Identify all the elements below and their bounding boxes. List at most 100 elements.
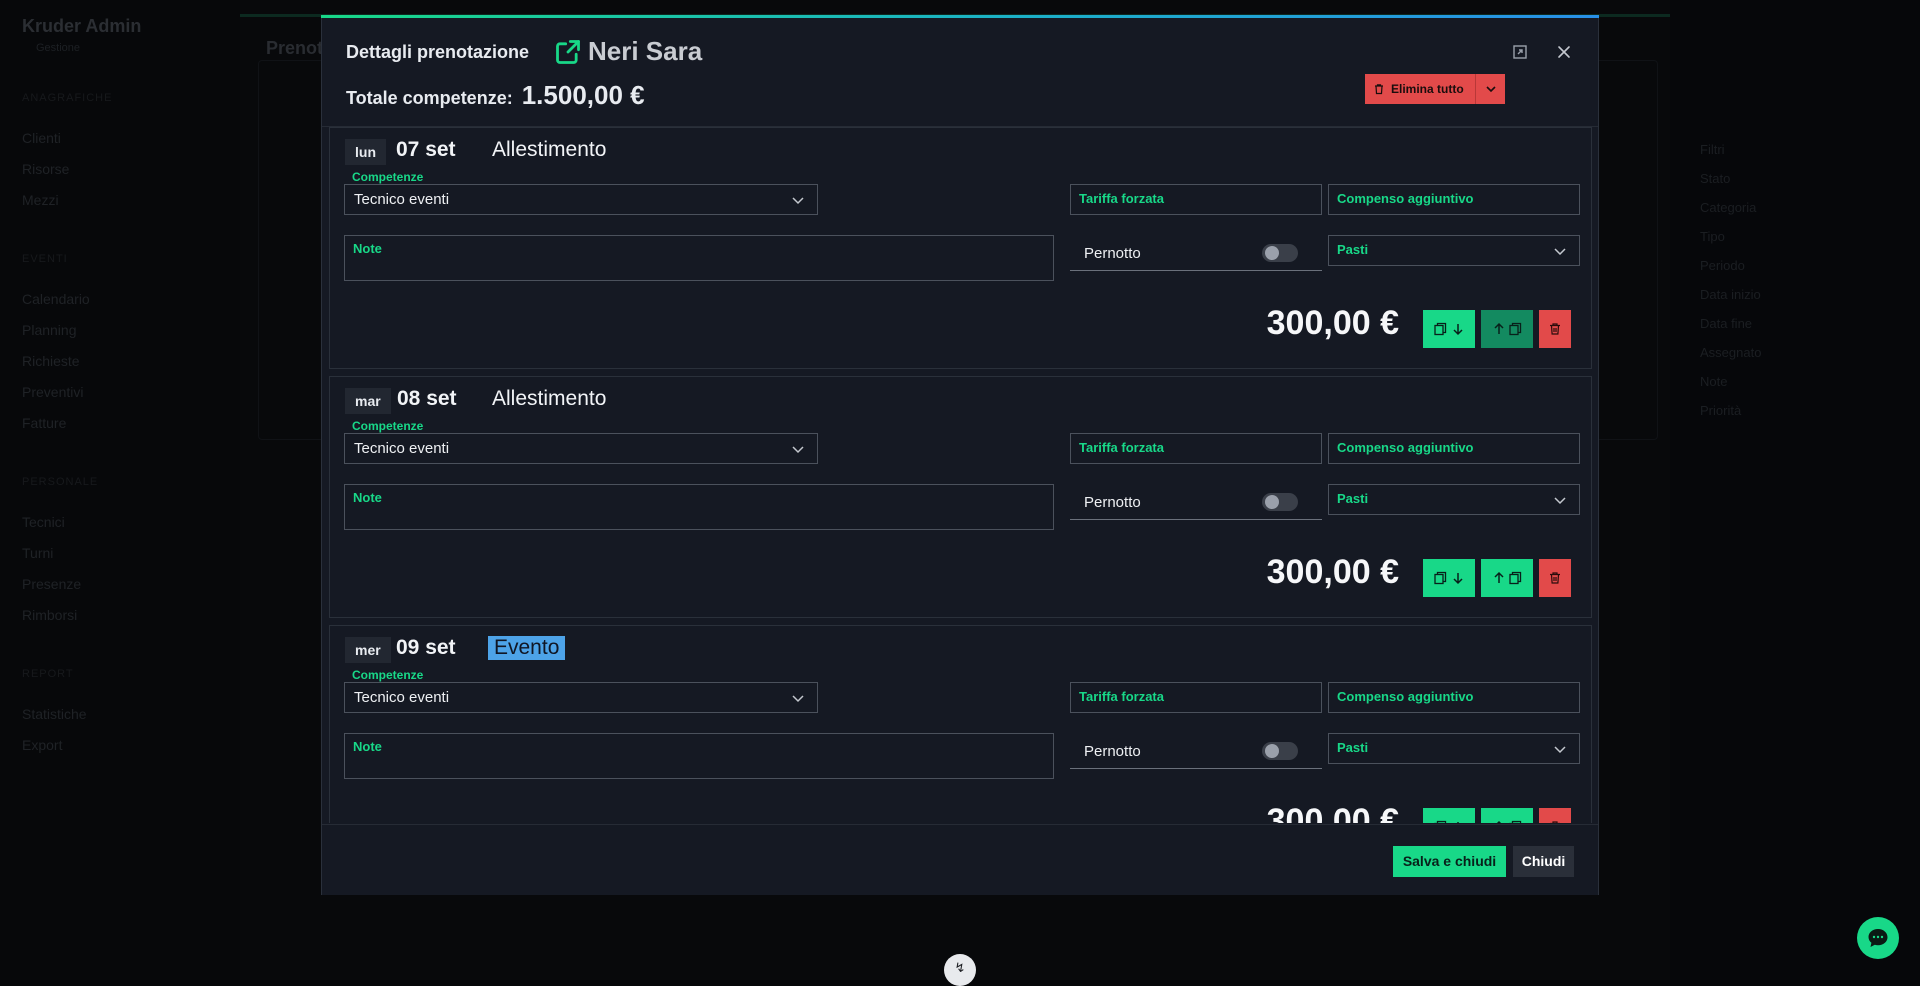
tariffa-forzata-input[interactable]: Tariffa forzata: [1070, 682, 1322, 713]
arrow-down-icon: [1451, 820, 1465, 823]
compenso-aggiuntivo-input[interactable]: Compenso aggiuntivo: [1328, 184, 1580, 215]
delete-all-button[interactable]: Elimina tutto: [1365, 74, 1505, 104]
day-weekday: mar: [345, 388, 391, 414]
copy-icon: [1509, 820, 1523, 823]
pernotto-toggle[interactable]: [1262, 493, 1298, 511]
pasti-select[interactable]: Pasti: [1328, 235, 1580, 266]
competenze-value: Tecnico eventi: [354, 689, 449, 706]
bg-brand: Kruder Admin: [22, 16, 141, 37]
arrow-up-icon: [1492, 571, 1506, 585]
bg-right-item: Data fine: [1700, 316, 1752, 331]
chevron-down-icon: [1553, 742, 1567, 756]
copy-up-button[interactable]: [1481, 310, 1533, 348]
modal-body[interactable]: lun 07 set Allestimento Competenze Tecni…: [322, 126, 1598, 823]
arrow-down-icon: [1451, 571, 1465, 585]
chevron-down-icon: [791, 691, 805, 705]
save-and-close-button[interactable]: Salva e chiudi: [1393, 846, 1506, 877]
bg-nav-item: Planning: [22, 322, 77, 338]
bg-nav-section-title: Personale: [22, 476, 98, 488]
compenso-aggiuntivo-input[interactable]: Compenso aggiuntivo: [1328, 433, 1580, 464]
copy-icon: [1434, 322, 1448, 336]
bg-nav-section-title: Eventi: [22, 253, 68, 265]
chevron-down-icon: [1484, 82, 1498, 96]
compenso-aggiuntivo-label: Compenso aggiuntivo: [1337, 689, 1474, 704]
bg-nav-item: Presenze: [22, 576, 81, 592]
bg-right-item: Filtri: [1700, 142, 1725, 157]
bg-nav-item: Mezzi: [22, 192, 59, 208]
bg-nav-item: Risorse: [22, 161, 69, 177]
compenso-aggiuntivo-input[interactable]: Compenso aggiuntivo: [1328, 682, 1580, 713]
bg-right-item: Assegnato: [1700, 345, 1761, 360]
copy-up-button[interactable]: [1481, 808, 1533, 823]
day-entry: mar 08 set Allestimento Competenze Tecni…: [329, 376, 1592, 618]
pernotto-label: Pernotto: [1084, 494, 1141, 511]
competenze-select[interactable]: Tecnico eventi: [344, 433, 818, 464]
note-textarea[interactable]: Note: [344, 235, 1054, 281]
bg-right-item: Data inizio: [1700, 287, 1761, 302]
pasti-select[interactable]: Pasti: [1328, 484, 1580, 515]
pasti-label: Pasti: [1337, 740, 1368, 755]
close-button[interactable]: Chiudi: [1513, 846, 1574, 877]
day-type: Allestimento: [492, 138, 606, 162]
bg-right-item: Stato: [1700, 171, 1730, 186]
pernotto-toggle[interactable]: [1262, 742, 1298, 760]
delete-all-dropdown[interactable]: [1475, 74, 1505, 104]
delete-day-button[interactable]: [1539, 310, 1571, 348]
chevron-double-down-icon[interactable]: ↯: [944, 954, 976, 986]
bg-nav-section-title: Report: [22, 668, 74, 680]
close-modal-button[interactable]: [1554, 42, 1574, 62]
maximize-icon: [1512, 44, 1528, 60]
copy-down-button[interactable]: [1423, 559, 1475, 597]
arrow-up-icon: [1492, 322, 1506, 336]
bg-nav-item: Fatture: [22, 415, 66, 431]
toggle-knob: [1265, 495, 1279, 509]
bg-right-item: Tipo: [1700, 229, 1725, 244]
copy-down-button[interactable]: [1423, 808, 1475, 823]
competenze-select[interactable]: Tecnico eventi: [344, 682, 818, 713]
day-entry: mer 09 set Evento Competenze Tecnico eve…: [329, 625, 1592, 823]
competenze-select[interactable]: Tecnico eventi: [344, 184, 818, 215]
chevron-down-icon: [1553, 244, 1567, 258]
day-weekday: mer: [345, 637, 391, 663]
delete-day-button[interactable]: [1539, 808, 1571, 823]
day-date: 09 set: [396, 636, 456, 660]
toggle-knob: [1265, 246, 1279, 260]
chat-button[interactable]: [1857, 917, 1899, 959]
total-competenze: Totale competenze: 1.500,00 €: [346, 80, 645, 111]
bg-nav-item: Rimborsi: [22, 607, 77, 623]
delete-day-button[interactable]: [1539, 559, 1571, 597]
bg-nav-item: Calendario: [22, 291, 90, 307]
day-total: 300,00 €: [1267, 304, 1399, 343]
chevron-down-icon: [791, 193, 805, 207]
day-total: 300,00 €: [1267, 802, 1399, 823]
day-date: 08 set: [397, 387, 457, 411]
bg-right-item: Note: [1700, 374, 1727, 389]
note-label: Note: [353, 490, 382, 505]
toggle-knob: [1265, 744, 1279, 758]
chat-icon: [1866, 926, 1890, 950]
pernotto-field: Pernotto: [1070, 235, 1322, 271]
pernotto-toggle[interactable]: [1262, 244, 1298, 262]
copy-down-button[interactable]: [1423, 310, 1475, 348]
bg-nav-item: Tecnici: [22, 514, 65, 530]
compenso-aggiuntivo-label: Compenso aggiuntivo: [1337, 440, 1474, 455]
maximize-button[interactable]: [1510, 42, 1530, 62]
copy-icon: [1434, 571, 1448, 585]
copy-up-button[interactable]: [1481, 559, 1533, 597]
competenze-value: Tecnico eventi: [354, 191, 449, 208]
day-type: Evento: [488, 636, 565, 660]
note-label: Note: [353, 739, 382, 754]
external-link-icon: [554, 38, 582, 66]
delete-all-main[interactable]: Elimina tutto: [1365, 74, 1475, 104]
competenze-label: Competenze: [352, 170, 423, 184]
tariffa-forzata-input[interactable]: Tariffa forzata: [1070, 184, 1322, 215]
person-link[interactable]: Neri Sara: [554, 36, 702, 67]
chevron-down-icon: [1553, 493, 1567, 507]
pasti-select[interactable]: Pasti: [1328, 733, 1580, 764]
note-textarea[interactable]: Note: [344, 733, 1054, 779]
day-total: 300,00 €: [1267, 553, 1399, 592]
note-textarea[interactable]: Note: [344, 484, 1054, 530]
tariffa-forzata-input[interactable]: Tariffa forzata: [1070, 433, 1322, 464]
modal-footer: Salva e chiudi Chiudi: [322, 824, 1598, 895]
day-date: 07 set: [396, 138, 456, 162]
